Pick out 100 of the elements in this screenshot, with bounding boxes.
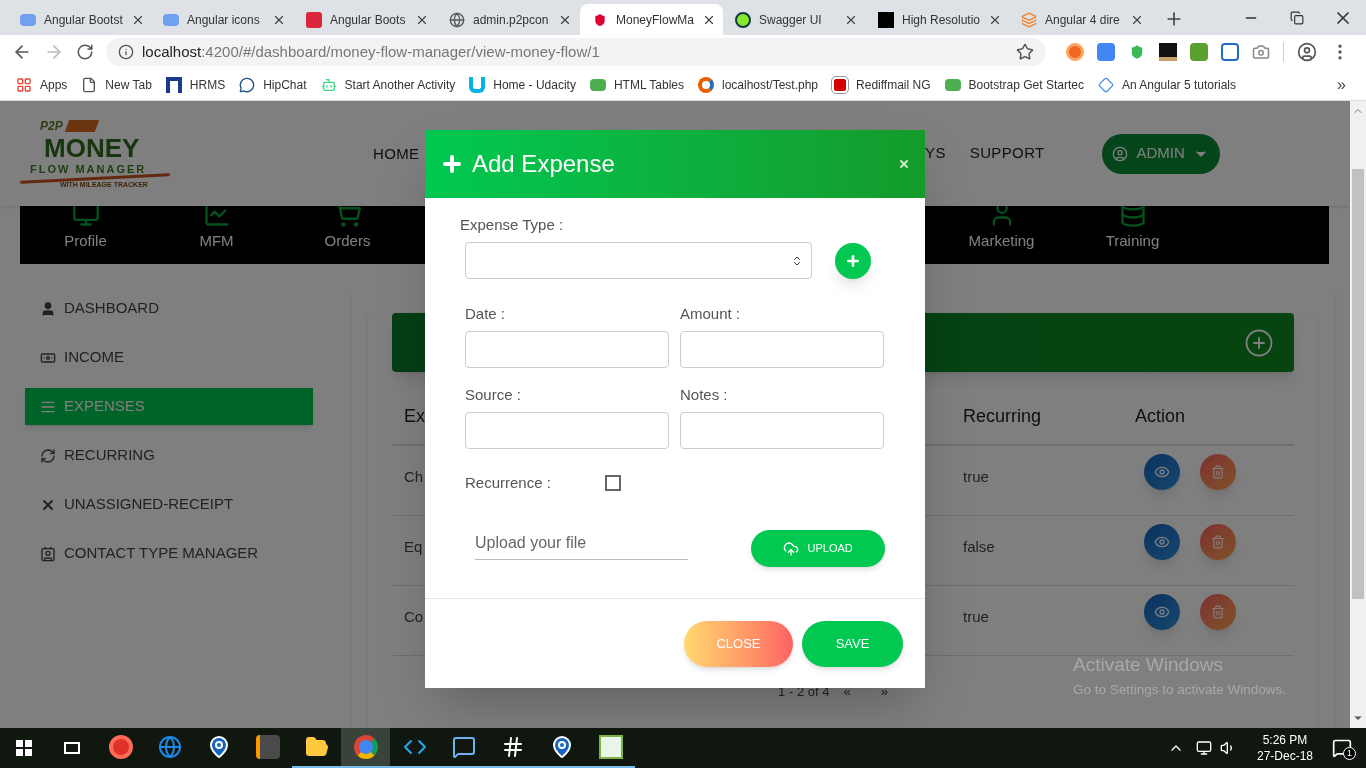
table-cell-text: Co — [404, 607, 424, 627]
tab-title: Swagger UI — [759, 11, 823, 29]
view-button[interactable] — [1144, 454, 1180, 490]
column-header: Ex — [404, 404, 425, 428]
extension-icon[interactable] — [1221, 43, 1239, 61]
add-icon[interactable] — [1244, 327, 1274, 358]
user-icon — [1112, 145, 1129, 162]
bookmark-link[interactable]: localhost/Test.php — [698, 75, 819, 94]
editor-icon — [255, 735, 280, 759]
clock[interactable]: 5:26 PM 27-Dec-18 — [1252, 732, 1318, 764]
recurrence-checkbox[interactable] — [605, 475, 621, 491]
address-bar[interactable]: localhost:4200/#/dashboard/money-flow-manager/view-money-flow/1 — [106, 38, 1046, 66]
eye-icon — [1154, 604, 1170, 620]
swirl-icon — [698, 76, 714, 93]
column-header: Action — [1135, 404, 1186, 428]
sidebar-item[interactable]: INCOME — [25, 339, 313, 376]
bookmark-link[interactable]: HipChat — [239, 75, 307, 94]
account-icon[interactable] — [1297, 42, 1317, 62]
notifications-icon[interactable] — [1332, 738, 1352, 758]
browser-tab[interactable]: Angular Boots — [294, 4, 437, 35]
field-label: Expense Type : — [460, 215, 565, 234]
bookmark-link[interactable]: An Angular 5 tutorials — [1097, 75, 1236, 94]
browser-tab[interactable]: Angular Bootst — [8, 4, 151, 35]
sidebar-item[interactable]: RECURRING — [25, 437, 313, 474]
browser-icon — [157, 735, 182, 759]
apps-grid-icon — [16, 76, 32, 93]
diamond-icon — [1097, 76, 1114, 93]
bookmark-star-icon[interactable] — [1016, 43, 1034, 61]
extension-icon[interactable] — [1159, 43, 1177, 61]
view-button[interactable] — [1144, 524, 1180, 560]
input-field[interactable] — [680, 331, 884, 368]
bookmark-link[interactable]: Start Another Activity — [320, 75, 456, 94]
tab-title: High Resolutio — [902, 11, 981, 29]
bookmark-link[interactable]: Home - Udacity — [469, 75, 576, 94]
network-icon[interactable] — [1196, 740, 1212, 756]
windows-logo-icon[interactable] — [16, 740, 32, 756]
table-cell-text: true — [963, 467, 989, 487]
bookmark-link[interactable]: HRMS — [165, 75, 226, 94]
camera-icon[interactable] — [1252, 43, 1270, 61]
field-label: Notes : — [680, 385, 729, 404]
trash-icon — [1211, 465, 1225, 479]
reload-icon[interactable] — [76, 43, 94, 61]
trash-icon — [1211, 605, 1225, 619]
nav-link[interactable]: HOME — [373, 144, 420, 162]
plus-icon — [845, 252, 861, 269]
trash-icon — [1211, 535, 1225, 549]
input-field[interactable] — [680, 412, 884, 449]
cloud-upload-icon — [783, 540, 800, 557]
notifications-button[interactable]: 1 — [1318, 728, 1366, 768]
notepad-icon — [598, 735, 623, 759]
browser-tab[interactable]: Angular icons — [151, 4, 294, 35]
browser-tab[interactable]: Swagger UI — [723, 4, 866, 35]
browser-tab[interactable]: admin.p2pcon — [437, 4, 580, 35]
restore-icon[interactable] — [1290, 10, 1304, 25]
url-text: localhost:4200/#/dashboard/money-flow-manager/view-money-flow/1 — [142, 41, 601, 62]
column-header: Recurring — [963, 404, 1042, 428]
input-field[interactable] — [465, 331, 669, 368]
tab-title: admin.p2pcon — [473, 11, 550, 29]
field-label: Source : — [465, 385, 522, 404]
sidebar-item[interactable]: UNASSIGNED-RECEIPT — [25, 486, 313, 523]
bookmark-link[interactable]: New Tab — [81, 75, 152, 94]
view-button[interactable] — [1144, 594, 1180, 630]
more-bookmarks-button[interactable]: » — [1337, 72, 1350, 97]
stack-icon — [1021, 11, 1037, 28]
chrome-icon — [353, 735, 378, 759]
tab-title: Angular Boots — [330, 11, 407, 29]
eye-icon — [1154, 464, 1170, 480]
input-field[interactable] — [465, 412, 669, 449]
bookmark-link[interactable]: Bootstrap Get Startec — [944, 75, 1084, 94]
sidebar-item[interactable]: DASHBOARD — [25, 290, 313, 327]
info-icon[interactable] — [118, 44, 134, 60]
table-cell-text: true — [963, 607, 989, 627]
field-label: Date : — [465, 304, 507, 323]
file-name-field[interactable]: Upload your file — [475, 526, 689, 560]
task-view-icon[interactable] — [64, 742, 80, 754]
scrollbar-thumb[interactable] — [1352, 169, 1364, 599]
field-label: Recurrence : — [465, 472, 552, 493]
bookmark-link[interactable]: HTML Tables — [589, 75, 684, 94]
shield-icon — [592, 11, 608, 28]
bookmark-link[interactable]: Apps — [16, 75, 68, 94]
nav-link[interactable]: YS — [925, 142, 946, 165]
folder-icon — [304, 735, 329, 759]
bookmark-link[interactable]: Rediffmail NG — [832, 75, 931, 94]
nav-link[interactable]: SUPPORT — [969, 142, 1045, 165]
browser-tab[interactable]: Angular 4 dire — [1009, 4, 1152, 35]
refresh-icon — [40, 447, 56, 464]
logo-icon — [165, 76, 182, 93]
translate-icon[interactable] — [1097, 43, 1115, 61]
logo-icon — [589, 78, 606, 91]
select-arrows-icon — [791, 254, 803, 267]
notification-count: 1 — [1343, 747, 1356, 760]
browser-tab[interactable]: MoneyFlowMa — [580, 4, 723, 35]
logo-icon — [944, 78, 961, 91]
tab-title: Angular icons — [187, 11, 261, 29]
tab-title: MoneyFlowMa — [616, 11, 695, 29]
robot-icon — [320, 76, 337, 93]
browser-tab[interactable]: High Resolutio — [866, 4, 1009, 35]
user-icon — [40, 300, 56, 317]
logo-icon — [20, 13, 36, 26]
sidebar-item[interactable]: CONTACT TYPE MANAGER — [25, 535, 313, 572]
